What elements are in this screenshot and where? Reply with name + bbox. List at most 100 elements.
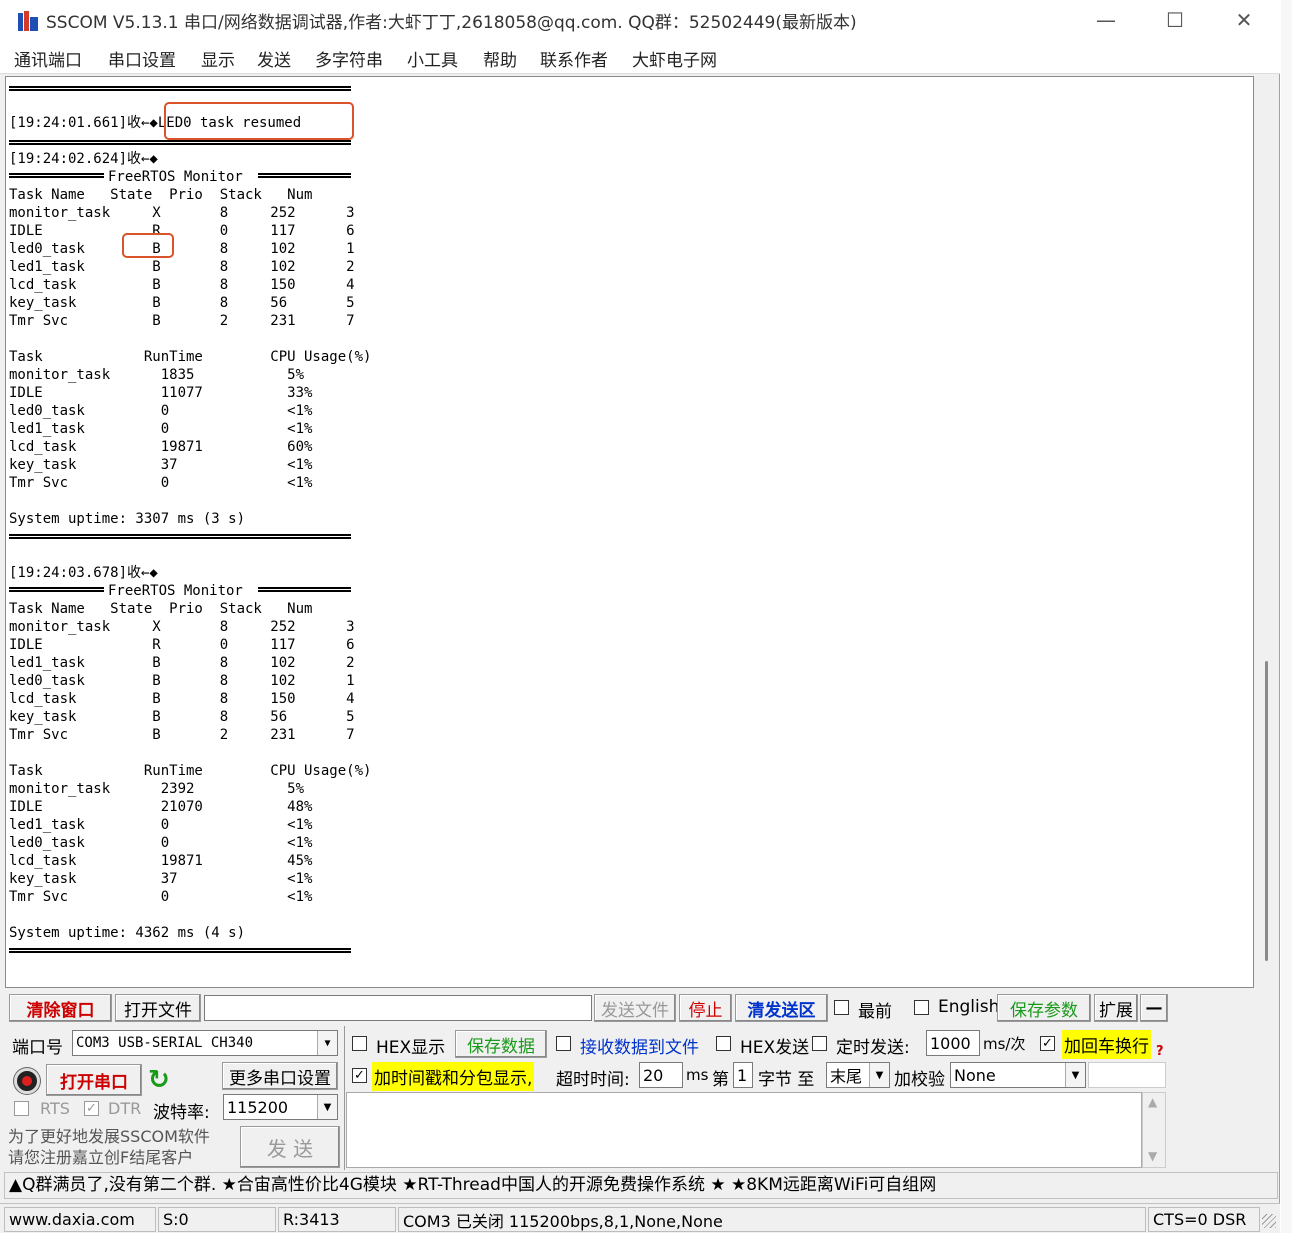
status-received-count: R:3413	[278, 1207, 396, 1232]
sscom-window: SSCOM V5.13.1 串口/网络数据调试器,作者:大虾丁丁,2618058…	[0, 0, 1280, 1233]
add-crlf-label: 加回车换行	[1062, 1030, 1151, 1059]
timestamp-checkbox[interactable]: ✓	[352, 1068, 367, 1083]
scroll-up-icon[interactable]: ▲	[1148, 1095, 1157, 1109]
clear-send-area-button[interactable]: 清发送区	[735, 994, 828, 1022]
recv-to-file-label: 接收数据到文件	[580, 1038, 699, 1058]
runtime-row: IDLE 11077 33%	[9, 385, 313, 401]
port-select-value: COM3 USB-SERIAL CH340	[76, 1035, 254, 1051]
menu-comm-port[interactable]: 通讯端口	[14, 46, 82, 71]
save-data-button[interactable]: 保存数据	[455, 1030, 547, 1058]
english-checkbox[interactable]	[914, 1000, 929, 1015]
menu-help[interactable]: 帮助	[483, 46, 517, 71]
file-path-input[interactable]	[204, 995, 592, 1021]
refresh-icon[interactable]: ↻	[148, 1066, 172, 1094]
recv-header-1: [19:24:02.624]收←◆	[9, 151, 158, 167]
save-params-button[interactable]: 保存参数	[997, 994, 1091, 1022]
rts-checkbox[interactable]	[14, 1101, 29, 1116]
timed-send-checkbox[interactable]	[812, 1036, 827, 1051]
menu-multi-string[interactable]: 多字符串	[315, 46, 383, 71]
title-rule-right	[258, 587, 351, 592]
promo-text[interactable]: 为了更好地发展SSCOM软件 请您注册嘉立创F结尾客户	[8, 1126, 236, 1170]
nth-label: 第	[712, 1070, 729, 1090]
help-icon[interactable]: ?	[1156, 1044, 1164, 1059]
background-window-edge	[1281, 0, 1292, 1233]
hex-send-label: HEX发送	[740, 1038, 810, 1058]
chevron-down-icon: ▼	[869, 1063, 889, 1087]
runtime-row: Tmr Svc 0 <1%	[9, 889, 313, 905]
stop-button[interactable]: 停止	[679, 994, 732, 1022]
task-row: lcd_task B 8 150 4	[9, 277, 355, 293]
collapse-button[interactable]: —	[1140, 994, 1168, 1022]
separator-line	[9, 86, 351, 91]
port-select[interactable]: COM3 USB-SERIAL CH340 ▼	[72, 1030, 338, 1056]
task-row: monitor_task X 8 252 3	[9, 619, 355, 635]
menu-tools[interactable]: 小工具	[407, 46, 458, 71]
title-rule-right	[258, 173, 351, 178]
title-bar: SSCOM V5.13.1 串口/网络数据调试器,作者:大虾丁丁,2618058…	[0, 0, 1280, 40]
hex-display-checkbox[interactable]	[352, 1036, 367, 1051]
minimize-button[interactable]: —	[1072, 0, 1140, 40]
baud-select[interactable]: 115200 ▼	[223, 1094, 338, 1120]
interval-input[interactable]: 1000	[926, 1030, 980, 1056]
record-icon[interactable]	[14, 1068, 40, 1094]
checksum-result-field[interactable]	[1088, 1062, 1166, 1088]
receive-area[interactable]: [19:24:01.661]收←◆LED0 task resumed [19:2…	[5, 76, 1254, 988]
task-row: lcd_task B 8 150 4	[9, 691, 355, 707]
open-port-button[interactable]: 打开串口	[46, 1064, 142, 1096]
hex-display-label: HEX显示	[376, 1038, 446, 1058]
runtime-row: led0_task 0 <1%	[9, 403, 313, 419]
timeout-unit-label: ms	[686, 1066, 709, 1084]
options-divider	[344, 1026, 345, 1170]
window-title: SSCOM V5.13.1 串口/网络数据调试器,作者:大虾丁丁,2618058…	[46, 13, 857, 33]
status-site[interactable]: www.daxia.com	[4, 1207, 156, 1232]
hex-send-checkbox[interactable]	[716, 1036, 731, 1051]
send-button[interactable]: 发 送	[240, 1126, 340, 1168]
send-file-button[interactable]: 发送文件	[594, 994, 676, 1022]
open-file-button[interactable]: 打开文件	[115, 994, 201, 1022]
dtr-checkbox[interactable]: ✓	[84, 1101, 99, 1116]
recv-to-file-checkbox[interactable]	[556, 1036, 571, 1051]
menu-send[interactable]: 发送	[257, 46, 291, 71]
task-row: led1_task B 8 102 2	[9, 655, 355, 671]
tail-select[interactable]: 末尾 ▼	[826, 1062, 890, 1088]
scrollbar-thumb[interactable]	[1265, 661, 1268, 961]
title-rule-left	[9, 173, 104, 178]
menu-display[interactable]: 显示	[201, 46, 235, 71]
receive-scrollbar[interactable]	[1256, 76, 1278, 988]
checksum-select[interactable]: None ▼	[950, 1062, 1086, 1088]
menu-serial-settings[interactable]: 串口设置	[108, 46, 176, 71]
english-label: English	[938, 997, 1000, 1017]
menu-contact-author[interactable]: 联系作者	[540, 46, 608, 71]
runtime-row: key_task 37 <1%	[9, 457, 313, 473]
timestamp-label: 加时间戳和分包显示,	[372, 1062, 535, 1091]
timeout-input[interactable]: 20	[639, 1062, 683, 1088]
menu-daxia-site[interactable]: 大虾电子网	[632, 46, 717, 71]
task-columns-1: Task Name State Prio Stack Num	[9, 187, 313, 203]
maximize-button[interactable]: ☐	[1141, 0, 1209, 40]
topmost-checkbox[interactable]	[834, 1000, 849, 1015]
ticker-text: ▲Q群满员了,没有第二个群. ★合宙高性价比4G模块 ★RT-Thread中国人…	[9, 1175, 937, 1195]
highlight-box	[164, 102, 354, 140]
task-row: Tmr Svc B 2 231 7	[9, 313, 355, 329]
dtr-label: DTR	[108, 1099, 142, 1118]
send-textarea[interactable]	[346, 1092, 1142, 1168]
send-scrollbar[interactable]: ▲ ▼	[1142, 1092, 1166, 1168]
start-byte-input[interactable]: 1	[733, 1062, 753, 1088]
status-sent-count: S:0	[158, 1207, 276, 1232]
ticker-bar[interactable]: ▲Q群满员了,没有第二个群. ★合宙高性价比4G模块 ★RT-Thread中国人…	[4, 1172, 1278, 1199]
scroll-down-icon[interactable]: ▼	[1148, 1149, 1157, 1163]
runtime-columns-2: Task RunTime CPU Usage(%)	[9, 763, 372, 779]
task-row: IDLE R 0 117 6	[9, 637, 355, 653]
checksum-value: None	[954, 1065, 996, 1085]
status-bar: www.daxia.com S:0 R:3413 COM3 已关闭 115200…	[0, 1203, 1280, 1233]
checksum-label: 加校验	[894, 1070, 945, 1090]
close-button[interactable]: ✕	[1210, 0, 1278, 40]
expand-button[interactable]: 扩展	[1094, 994, 1138, 1022]
chevron-down-icon: ▼	[1065, 1063, 1085, 1087]
status-lines: CTS=0 DSR	[1148, 1207, 1260, 1232]
more-port-settings-button[interactable]: 更多串口设置	[222, 1062, 338, 1090]
task-row: led0_task B 8 102 1	[9, 241, 355, 257]
clear-window-button[interactable]: 清除窗口	[9, 994, 112, 1022]
add-crlf-checkbox[interactable]: ✓	[1040, 1036, 1055, 1051]
resize-grip-icon[interactable]	[1262, 1214, 1276, 1228]
